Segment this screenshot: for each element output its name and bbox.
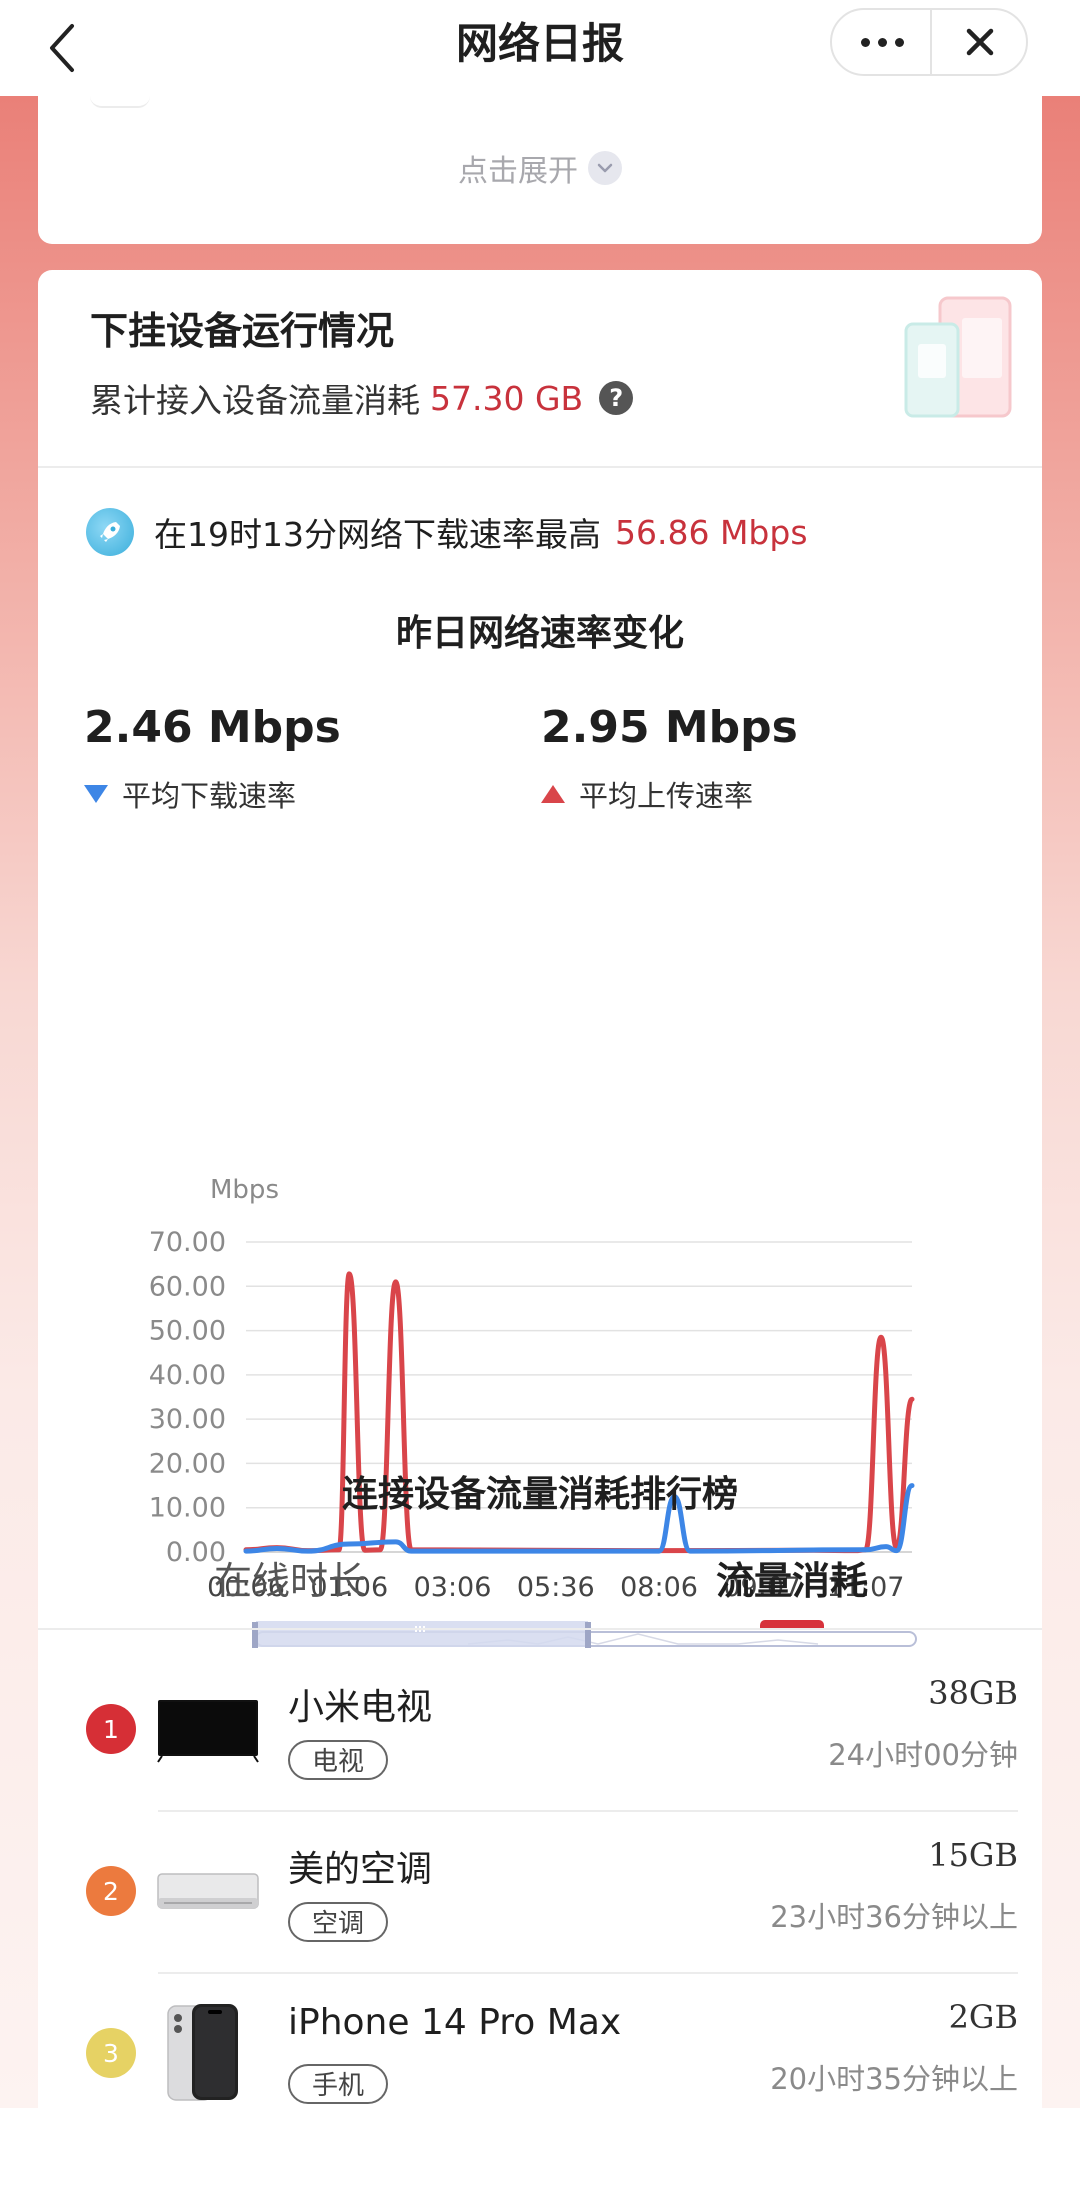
- accumulated-traffic: 累计接入设备流量消耗 57.30 GB ?: [90, 374, 634, 422]
- traffic-usage: 15GB: [928, 1836, 1018, 1874]
- expand-label: 点击展开: [458, 154, 578, 189]
- online-duration: 20小时35分钟以上: [770, 2062, 1018, 2096]
- rocket-icon: [86, 508, 134, 556]
- avg-upload: 2.95 Mbps 平均上传速率: [541, 702, 798, 815]
- phone-icon: [156, 1996, 260, 2106]
- card-decoration: [90, 96, 150, 108]
- more-dots-icon: [860, 37, 870, 47]
- device-tag: 空调: [288, 1902, 389, 1942]
- speed-line-chart: Mbps70.0060.0050.0040.0030.0020.0010.000…: [149, 1175, 917, 1648]
- traffic-usage: 2GB: [948, 1998, 1018, 2036]
- rank-badge: 1: [86, 1704, 136, 1754]
- section-title: 下挂设备运行情况: [90, 309, 395, 353]
- chart-title: 昨日网络速率变化: [395, 613, 684, 654]
- tv-icon: [156, 1672, 260, 1782]
- slider-left-handle[interactable]: [252, 1622, 258, 1648]
- device-tag: 电视: [288, 1740, 389, 1780]
- peak-text: 在19时13分网络下载速率最高: [154, 515, 601, 554]
- y-axis-unit: Mbps: [210, 1175, 279, 1205]
- y-tick-label: 60.00: [149, 1271, 226, 1302]
- avg-download-value: 2.46 Mbps: [84, 702, 341, 753]
- rank-badge: 2: [86, 1866, 136, 1916]
- nav-bar: 网络日报: [0, 0, 1080, 96]
- avg-upload-label: 平均上传速率: [579, 779, 754, 813]
- tab-traffic-usage[interactable]: 流量消耗: [716, 1550, 868, 1605]
- online-duration: 23小时36分钟以上: [770, 1900, 1018, 1934]
- divider: [38, 1628, 1042, 1630]
- ranking-row[interactable]: 2 美的空调 空调 15GB 23小时36分钟以上: [38, 1814, 1042, 1974]
- slider-right-handle[interactable]: [585, 1622, 591, 1648]
- accumulated-label: 累计接入设备流量消耗: [90, 381, 420, 420]
- x-tick-label: 05:36: [517, 1572, 595, 1603]
- avg-download: 2.46 Mbps 平均下载速率: [84, 702, 341, 815]
- device-name: 美的空调: [288, 1849, 433, 1890]
- x-tick-label: 08:06: [620, 1572, 698, 1603]
- expand-button[interactable]: 点击展开: [38, 146, 1042, 190]
- close-icon: [966, 28, 994, 56]
- devices-illustration-icon: [900, 294, 1016, 422]
- online-duration: 24小时00分钟: [828, 1738, 1018, 1772]
- ranking-row[interactable]: 1 小米电视 电视 38GB 24小时00分钟: [38, 1652, 1042, 1812]
- peak-value: 56.86 Mbps: [614, 512, 808, 552]
- traffic-usage: 38GB: [928, 1674, 1018, 1712]
- device-report-card: 下挂设备运行情况 累计接入设备流量消耗 57.30 GB ? 在19时13分网络…: [38, 270, 1042, 2108]
- chevron-down-icon: [588, 151, 622, 185]
- device-name: iPhone 14 Pro Max: [288, 2002, 622, 2043]
- more-button[interactable]: [832, 10, 932, 74]
- accumulated-value: 57.30 GB: [430, 378, 584, 418]
- rank-badge: 3: [86, 2028, 136, 2078]
- avg-download-label: 平均下载速率: [122, 779, 297, 813]
- slider-window[interactable]: [256, 1621, 588, 1647]
- x-tick-label: 03:06: [414, 1572, 492, 1603]
- y-tick-label: 30.00: [149, 1404, 226, 1435]
- up-arrow-icon: [541, 785, 565, 803]
- air-conditioner-icon: [156, 1834, 260, 1944]
- tab-online-duration[interactable]: 在线时长: [214, 1550, 366, 1605]
- divider: [38, 466, 1042, 468]
- y-tick-label: 50.00: [149, 1316, 226, 1347]
- row-divider: [158, 1810, 1018, 1812]
- device-tag: 手机: [288, 2064, 389, 2104]
- down-arrow-icon: [84, 785, 108, 803]
- peak-speed-info: 在19时13分网络下载速率最高 56.86 Mbps: [86, 508, 808, 556]
- collapsed-card: 点击展开: [38, 96, 1042, 244]
- close-button[interactable]: [932, 10, 1028, 74]
- row-divider: [158, 1972, 1018, 1974]
- mini-program-capsule: [830, 8, 1028, 76]
- device-name: 小米电视: [288, 1687, 433, 1728]
- y-tick-label: 70.00: [149, 1227, 226, 1258]
- avg-upload-value: 2.95 Mbps: [541, 702, 798, 753]
- ranking-title: 连接设备流量消耗排行榜: [341, 1474, 738, 1515]
- y-tick-label: 40.00: [149, 1360, 226, 1391]
- ranking-row[interactable]: 3 iPhone 14 Pro Max 手机 2GB 20小时35分钟以上: [38, 1976, 1042, 2136]
- help-icon[interactable]: ?: [599, 381, 634, 415]
